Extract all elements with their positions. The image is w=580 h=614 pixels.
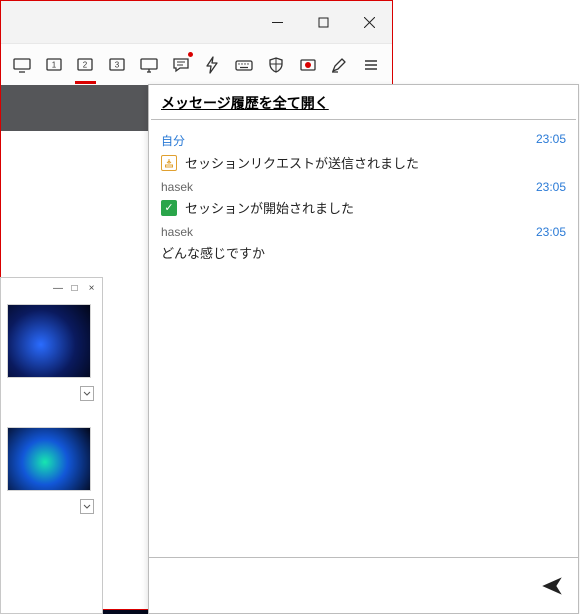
- window-maximize-button[interactable]: [300, 1, 346, 43]
- mini-maximize-button[interactable]: □: [70, 283, 79, 294]
- chat-message: hasek 23:05 ✓ セッションが開始されました: [161, 180, 566, 217]
- chat-sender-label: 自分: [161, 132, 185, 149]
- send-button[interactable]: [538, 572, 566, 600]
- titlebar: [1, 1, 392, 43]
- chat-message-text: セッションリクエストが送信されました: [185, 153, 419, 172]
- chat-message-text: どんな感じですか: [161, 243, 265, 262]
- chat-message-list: 自分 23:05 セッションリクエストが送信されました hasek 23:05 …: [149, 120, 578, 557]
- screen-thumbnail[interactable]: [7, 427, 91, 491]
- flash-icon[interactable]: [198, 50, 228, 80]
- chat-input[interactable]: [161, 558, 528, 613]
- monitor-all-icon[interactable]: [7, 50, 37, 80]
- svg-text:1: 1: [51, 60, 56, 69]
- thumbnail-dropdown[interactable]: [80, 499, 94, 514]
- keyboard-icon[interactable]: [229, 50, 259, 80]
- chat-message: 自分 23:05 セッションリクエストが送信されました: [161, 132, 566, 172]
- svg-text:3: 3: [115, 60, 120, 69]
- window-minimize-button[interactable]: [254, 1, 300, 43]
- chat-timestamp: 23:05: [536, 225, 566, 239]
- thumbnail-dropdown[interactable]: [80, 386, 94, 401]
- screen-2-icon[interactable]: 2: [71, 50, 101, 80]
- record-icon[interactable]: [293, 50, 323, 80]
- chat-sender-label: hasek: [161, 225, 193, 239]
- menu-icon[interactable]: [356, 50, 386, 80]
- chat-message-text: セッションが開始されました: [185, 198, 354, 217]
- open-all-history-link[interactable]: メッセージ履歴を全て開く: [161, 95, 329, 111]
- screen-thumbnail[interactable]: [7, 304, 91, 378]
- window-close-button[interactable]: [346, 1, 392, 43]
- session-request-icon: [161, 155, 177, 171]
- screen-1-icon[interactable]: 1: [39, 50, 69, 80]
- pen-icon[interactable]: [325, 50, 355, 80]
- shield-icon[interactable]: [261, 50, 291, 80]
- screen-3-icon[interactable]: 3: [102, 50, 132, 80]
- display-icon[interactable]: [134, 50, 164, 80]
- mini-close-button[interactable]: ×: [87, 283, 96, 294]
- chat-panel: メッセージ履歴を全て開く 自分 23:05 セッションリクエストが送信されました…: [148, 84, 579, 614]
- chat-message: hasek 23:05 どんな感じですか: [161, 225, 566, 262]
- toolbar: 1 2 3: [1, 43, 392, 85]
- session-started-icon: ✓: [161, 200, 177, 216]
- chat-timestamp: 23:05: [536, 180, 566, 194]
- chat-input-bar: [149, 557, 578, 613]
- mini-minimize-button[interactable]: —: [53, 283, 62, 294]
- notification-dot-icon: [188, 52, 193, 57]
- chat-sender-label: hasek: [161, 180, 193, 194]
- chat-timestamp: 23:05: [536, 132, 566, 149]
- thumbnail-window: — □ ×: [0, 277, 103, 614]
- thumbnail-window-titlebar: — □ ×: [1, 278, 102, 298]
- svg-text:2: 2: [83, 60, 88, 69]
- chat-icon[interactable]: [166, 50, 196, 80]
